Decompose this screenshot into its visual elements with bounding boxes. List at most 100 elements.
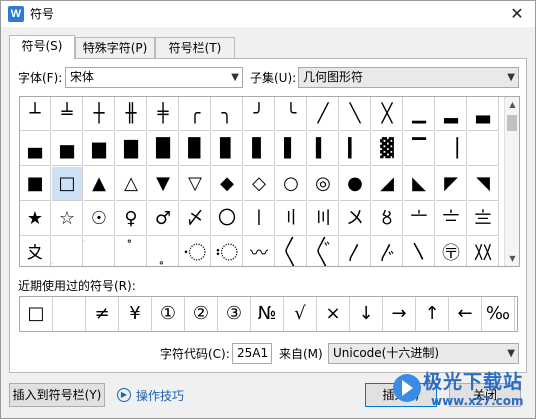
symbol-cell[interactable]: ▁ — [404, 97, 435, 131]
symbol-cell[interactable]: 〢 — [276, 202, 307, 236]
recent-symbol-cell[interactable]: ← — [449, 297, 482, 331]
symbol-cell[interactable]: ▼ — [148, 167, 179, 201]
symbol-cell[interactable]: ◎ — [308, 167, 339, 201]
scroll-up-icon[interactable]: ▲ — [505, 97, 519, 112]
symbol-cell[interactable]: ◣ — [404, 167, 435, 201]
from-dropdown[interactable]: Unicode(十六进制) ▼ — [328, 343, 519, 364]
recent-symbol-cell[interactable]: ↓ — [350, 297, 383, 331]
symbol-cell[interactable]: ▓ — [372, 132, 403, 166]
symbol-cell[interactable]: □ — [52, 167, 83, 201]
symbol-cell[interactable]: ╭ — [180, 97, 211, 131]
recent-symbol-cell[interactable]: ¥ — [119, 297, 152, 331]
symbol-cell[interactable]: 〫 — [84, 237, 115, 266]
symbol-cell[interactable]: 〡 — [244, 202, 275, 236]
symbol-cell[interactable] — [468, 132, 499, 166]
symbol-cell[interactable]: ╳ — [372, 97, 403, 131]
symbol-cell[interactable]: ● — [340, 167, 371, 201]
recent-symbol-cell[interactable]: → — [383, 297, 416, 331]
tab-symbol-bar[interactable]: 符号栏(T) — [155, 37, 235, 58]
symbol-cell[interactable]: ▍ — [308, 132, 339, 166]
symbol-cell[interactable]: ┼ — [84, 97, 115, 131]
symbol-cell[interactable]: 〩 — [20, 237, 51, 266]
font-dropdown[interactable]: 宋体 ▼ — [65, 67, 243, 88]
symbol-cell[interactable]: ◇ — [244, 167, 275, 201]
symbol-cell[interactable]: ▆ — [84, 132, 115, 166]
tips-link[interactable]: 操作技巧 — [136, 388, 184, 404]
symbol-cell[interactable]: ★ — [20, 202, 51, 236]
symbol-cell[interactable]: ┴ — [20, 97, 51, 131]
symbol-cell[interactable]: 〳 — [340, 237, 371, 266]
recent-symbol-cell[interactable]: ≠ — [86, 297, 119, 331]
symbol-cell[interactable]: ▉ — [180, 132, 211, 166]
subset-dropdown[interactable]: 几何图形符 ▼ — [298, 67, 519, 88]
symbol-cell[interactable]: △ — [116, 167, 147, 201]
symbol-cell[interactable]: ▋ — [244, 132, 275, 166]
symbol-cell[interactable]: ○ — [276, 167, 307, 201]
symbol-cell[interactable]: ╫ — [116, 97, 147, 131]
insert-to-symbol-bar-button[interactable]: 插入到符号栏(Y) — [9, 383, 105, 407]
symbol-cell[interactable]: ◢ — [372, 167, 403, 201]
close-icon[interactable]: ✕ — [507, 4, 527, 24]
symbol-cell[interactable]: ♀ — [116, 202, 147, 236]
symbol-cell[interactable]: ▊ — [212, 132, 243, 166]
recent-symbol-cell[interactable]: √ — [284, 297, 317, 331]
symbol-cell[interactable]: 〬 — [116, 237, 147, 266]
symbol-cell[interactable]: 〱 — [276, 237, 307, 266]
symbol-cell[interactable]: 〮 — [180, 237, 211, 266]
symbol-cell[interactable]: ╯ — [244, 97, 275, 131]
symbol-cell[interactable]: ▎ — [340, 132, 371, 166]
recent-symbol-cell[interactable]: ↑ — [416, 297, 449, 331]
symbol-cell[interactable]: 〦 — [404, 202, 435, 236]
symbol-cell[interactable]: ╰ — [276, 97, 307, 131]
symbol-cell[interactable]: 〭 — [148, 237, 179, 266]
symbol-cell[interactable]: 〵 — [404, 237, 435, 266]
recent-symbol-cell[interactable]: □ — [20, 297, 53, 331]
symbol-cell[interactable]: ╱ — [308, 97, 339, 131]
symbol-cell[interactable]: ♂ — [148, 202, 179, 236]
symbol-cell[interactable]: 〷 — [468, 237, 499, 266]
symbol-cell[interactable]: ▇ — [116, 132, 147, 166]
symbol-cell[interactable]: ■ — [20, 167, 51, 201]
char-code-input[interactable]: 25A1 — [232, 343, 272, 364]
symbol-cell[interactable]: ▅ — [52, 132, 83, 166]
symbol-cell[interactable]: ◆ — [212, 167, 243, 201]
symbol-cell[interactable]: ▔ — [404, 132, 435, 166]
symbol-cell[interactable]: ◤ — [436, 167, 467, 201]
symbol-cell[interactable]: ☉ — [84, 202, 115, 236]
symbol-cell[interactable]: ▽ — [180, 167, 211, 201]
symbol-cell[interactable]: ╲ — [340, 97, 371, 131]
symbol-cell[interactable]: █ — [148, 132, 179, 166]
symbol-cell[interactable]: ╪ — [148, 97, 179, 131]
symbol-cell[interactable]: ◥ — [468, 167, 499, 201]
symbol-cell[interactable]: 〰 — [244, 237, 275, 266]
symbol-cell[interactable]: ▕ — [436, 132, 467, 166]
symbol-cell[interactable]: 〥 — [372, 202, 403, 236]
symbol-cell[interactable]: ▄ — [20, 132, 51, 166]
symbol-cell[interactable]: 〪 — [52, 237, 83, 266]
recent-symbol-cell[interactable] — [53, 297, 86, 331]
symbol-cell[interactable]: ☆ — [52, 202, 83, 236]
recent-symbol-cell[interactable]: ② — [185, 297, 218, 331]
symbol-cell[interactable]: 〶 — [436, 237, 467, 266]
tab-special-chars[interactable]: 特殊字符(P) — [75, 37, 155, 58]
recent-symbol-cell[interactable]: × — [317, 297, 350, 331]
symbol-cell[interactable]: ╮ — [212, 97, 243, 131]
symbol-cell[interactable]: ▃ — [468, 97, 499, 131]
symbol-cell[interactable]: 〇 — [212, 202, 243, 236]
recent-symbol-cell[interactable]: ① — [152, 297, 185, 331]
scroll-down-icon[interactable]: ▼ — [505, 251, 519, 266]
recent-symbol-cell[interactable]: ③ — [218, 297, 251, 331]
recent-symbol-cell[interactable]: № — [251, 297, 284, 331]
recent-symbol-cell[interactable]: ‰ — [482, 297, 515, 331]
symbol-cell[interactable]: ▂ — [436, 97, 467, 131]
symbol-cell[interactable]: 〴 — [372, 237, 403, 266]
symbol-cell[interactable]: 〧 — [436, 202, 467, 236]
tab-symbols[interactable]: 符号(S) — [9, 35, 75, 59]
symbol-cell[interactable]: 〯 — [212, 237, 243, 266]
symbol-cell[interactable]: ╧ — [52, 97, 83, 131]
symbol-cell[interactable]: ▌ — [276, 132, 307, 166]
symbol-cell[interactable]: 〣 — [308, 202, 339, 236]
symbol-cell[interactable]: 〨 — [468, 202, 499, 236]
symbol-cell[interactable]: 〤 — [340, 202, 371, 236]
grid-scrollbar[interactable]: ▲ ▼ — [504, 97, 519, 266]
